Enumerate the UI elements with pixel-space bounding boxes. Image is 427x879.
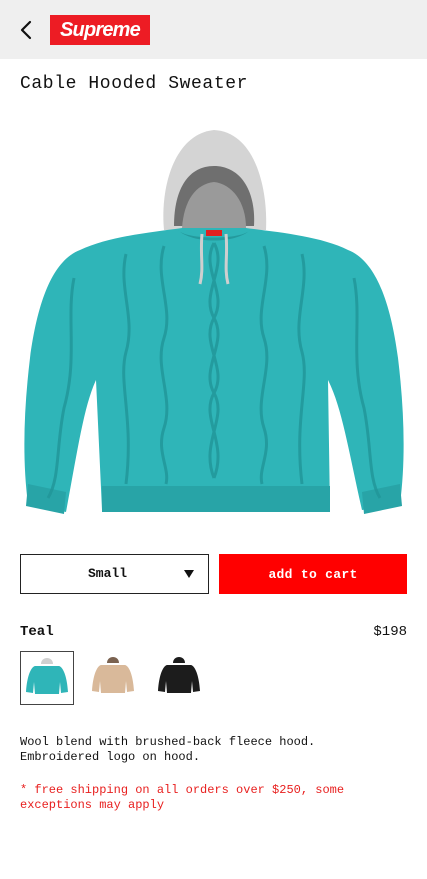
product-description: Wool blend with brushed-back fleece hood…: [20, 735, 316, 764]
price: $198: [373, 624, 407, 640]
top-bar: Supreme: [0, 0, 427, 59]
back-button[interactable]: [14, 16, 38, 44]
size-select-value: Small: [87, 566, 127, 581]
shipping-note: * free shipping on all orders over $250,…: [20, 783, 345, 812]
caret-down-icon: [184, 570, 194, 578]
swatch-tan[interactable]: [86, 651, 140, 705]
swatch-black[interactable]: [152, 651, 206, 705]
color-name: Teal: [20, 624, 54, 640]
logo-text: Supreme: [60, 18, 141, 41]
swatch-teal[interactable]: [20, 651, 74, 705]
product-title: Cable Hooded Sweater: [20, 74, 249, 94]
size-select[interactable]: Small: [20, 554, 209, 594]
product-image: [14, 118, 413, 526]
add-to-cart-button[interactable]: add to cart: [219, 554, 407, 594]
supreme-logo[interactable]: Supreme: [50, 15, 150, 45]
chevron-left-icon: [20, 20, 32, 40]
